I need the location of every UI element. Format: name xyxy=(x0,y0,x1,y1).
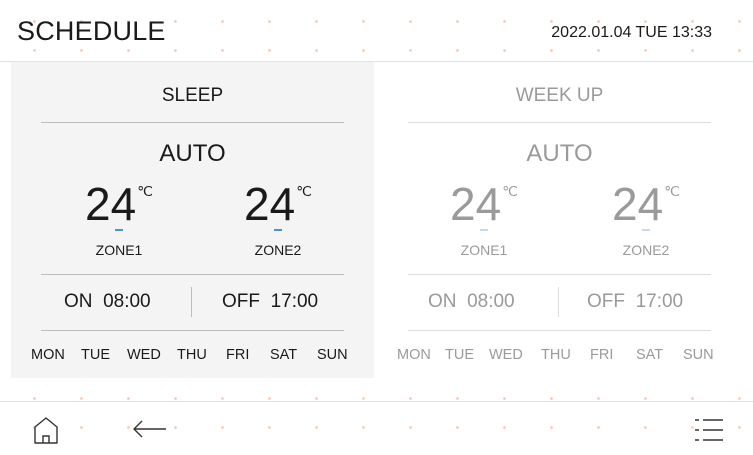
selection-indicator xyxy=(274,229,282,231)
divider xyxy=(41,122,344,123)
day-wed[interactable]: WED xyxy=(127,347,161,363)
off-time[interactable]: OFF 17:00 xyxy=(222,291,318,313)
day-sun[interactable]: SUN xyxy=(683,347,714,363)
zone2-label: ZONE2 xyxy=(622,242,670,258)
schedule-card-sleep[interactable]: SLEEP AUTO 24℃ ZONE1 24℃ ZONE2 ON 08:00 … xyxy=(11,62,374,378)
operation-mode-label: AUTO xyxy=(526,140,593,167)
divider xyxy=(408,330,711,331)
page-title: SCHEDULE xyxy=(17,16,166,46)
celsius-unit: ℃ xyxy=(137,183,153,199)
home-icon[interactable] xyxy=(31,414,61,451)
operation-mode-label: AUTO xyxy=(159,140,226,167)
day-sat[interactable]: SAT xyxy=(636,347,663,363)
day-thu[interactable]: THU xyxy=(541,347,571,363)
day-sat[interactable]: SAT xyxy=(270,347,297,363)
time-divider xyxy=(191,287,192,317)
divider xyxy=(41,330,344,331)
zone1-temperature: 24℃ xyxy=(450,178,518,230)
on-time[interactable]: ON 08:00 xyxy=(428,291,515,313)
zone1-temperature: 24℃ xyxy=(85,178,153,230)
day-thu[interactable]: THU xyxy=(177,347,207,363)
divider xyxy=(41,274,344,275)
day-tue[interactable]: TUE xyxy=(445,347,474,363)
selection-indicator xyxy=(480,229,488,231)
selection-indicator xyxy=(115,229,123,231)
time-divider xyxy=(558,287,559,317)
celsius-unit: ℃ xyxy=(296,183,312,199)
zone1-label: ZONE1 xyxy=(95,242,143,258)
celsius-unit: ℃ xyxy=(502,183,518,199)
day-fri[interactable]: FRI xyxy=(226,347,249,363)
menu-list-icon[interactable] xyxy=(694,416,724,449)
day-mon[interactable]: MON xyxy=(397,347,431,363)
on-time[interactable]: ON 08:00 xyxy=(64,291,151,313)
off-time[interactable]: OFF 17:00 xyxy=(587,291,683,313)
day-tue[interactable]: TUE xyxy=(81,347,110,363)
selection-indicator xyxy=(642,229,650,231)
zone1-label: ZONE1 xyxy=(460,242,508,258)
divider xyxy=(408,274,711,275)
day-mon[interactable]: MON xyxy=(31,347,65,363)
day-sun[interactable]: SUN xyxy=(317,347,348,363)
day-wed[interactable]: WED xyxy=(489,347,523,363)
header-bar: SCHEDULE 2022.01.04 TUE 13:33 xyxy=(0,0,753,62)
datetime-display: 2022.01.04 TUE 13:33 xyxy=(551,24,712,41)
footer-bar xyxy=(0,402,753,455)
divider xyxy=(408,122,711,123)
schedule-mode-label: WEEK UP xyxy=(515,85,604,106)
zone2-temperature: 24℃ xyxy=(612,178,680,230)
back-arrow-icon[interactable] xyxy=(132,416,170,447)
schedule-card-week-up[interactable]: WEEK UP AUTO 24℃ ZONE1 24℃ ZONE2 ON 08:0… xyxy=(378,62,741,378)
zone2-label: ZONE2 xyxy=(254,242,302,258)
celsius-unit: ℃ xyxy=(664,183,680,199)
day-fri[interactable]: FRI xyxy=(590,347,613,363)
zone2-temperature: 24℃ xyxy=(244,178,312,230)
schedule-mode-label: SLEEP xyxy=(161,85,224,106)
